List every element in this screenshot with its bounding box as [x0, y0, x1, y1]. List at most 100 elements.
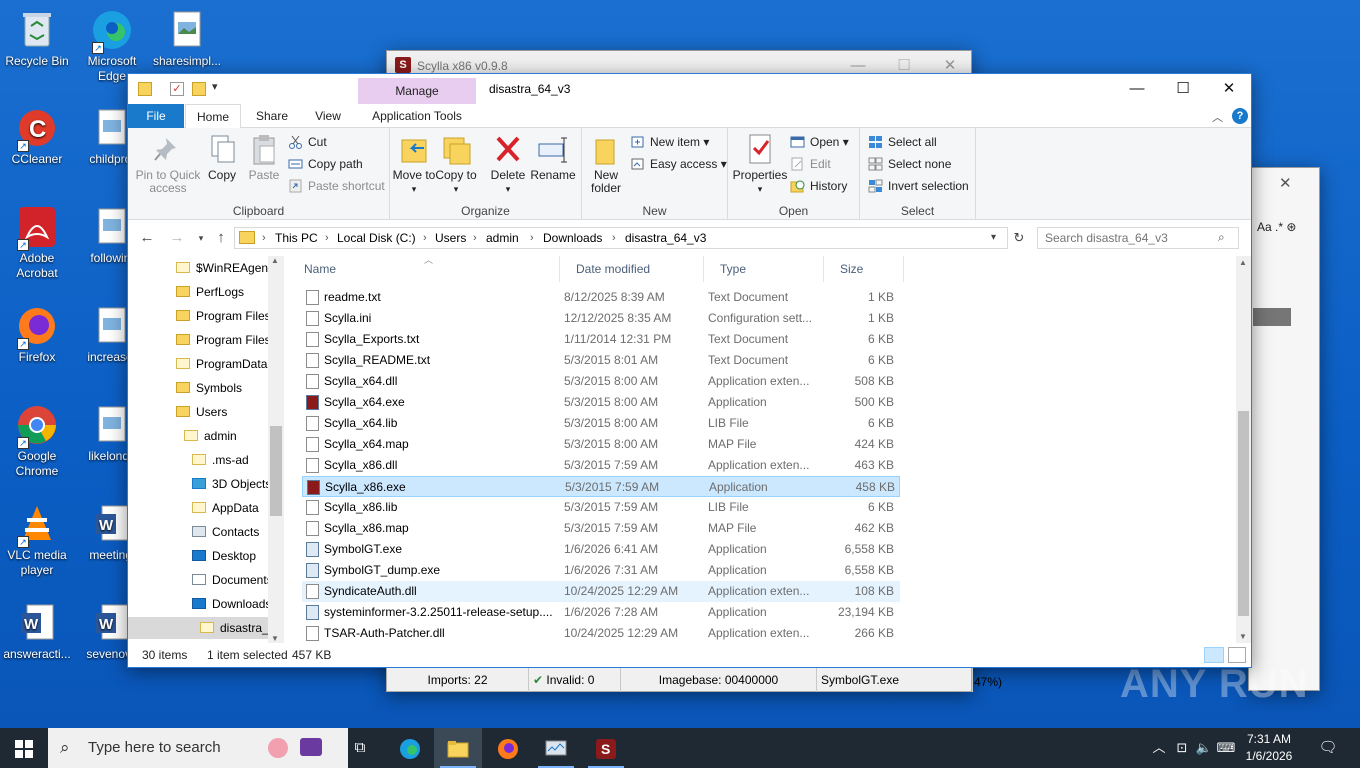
nav-item[interactable]: Documents: [192, 569, 273, 591]
file-row[interactable]: Scylla_x64.exe 5/3/2015 8:00 AM Applicatio…: [302, 392, 900, 413]
taskbar-file-explorer[interactable]: [434, 728, 482, 768]
file-row[interactable]: Scylla_x64.map 5/3/2015 8:00 AM MAP File 42…: [302, 434, 900, 455]
nav-item[interactable]: Contacts: [192, 521, 259, 543]
nav-item-selected[interactable]: disastra_: [128, 617, 269, 639]
copy-path-button[interactable]: Copy path: [288, 154, 363, 174]
volume-icon[interactable]: 🔈: [1194, 728, 1214, 768]
start-button[interactable]: [0, 728, 48, 768]
input-method-icon[interactable]: ⌨: [1216, 728, 1236, 768]
up-button[interactable]: ↑: [210, 227, 232, 249]
large-icons-view-icon[interactable]: [1228, 647, 1246, 663]
minimize-button[interactable]: —: [1114, 74, 1160, 104]
taskbar-scylla[interactable]: S: [582, 728, 630, 768]
nav-item[interactable]: 3D Objects: [192, 473, 271, 495]
breadcrumb-downloads[interactable]: Downloads: [543, 228, 602, 248]
move-to-button[interactable]: Move to ▾: [390, 132, 438, 196]
file-row[interactable]: SymbolGT_dump.exe 1/6/2026 7:31 AM Applica…: [302, 560, 900, 581]
desktop-icon-vlc[interactable]: ↗ VLC media player: [0, 502, 74, 578]
properties-qat-icon[interactable]: ✓: [170, 82, 184, 96]
new-folder-button[interactable]: New folder: [582, 132, 630, 195]
nav-item[interactable]: PerfLogs: [176, 281, 244, 303]
copy-button[interactable]: Copy: [198, 132, 246, 182]
breadcrumb-users[interactable]: Users: [435, 228, 466, 248]
manage-context-tab[interactable]: Manage: [358, 78, 476, 104]
tab-application-tools[interactable]: Application Tools: [358, 104, 476, 128]
nav-item[interactable]: Program Files: [176, 305, 271, 327]
match-case-icon[interactable]: Aa .* ⊛: [1257, 220, 1296, 234]
refresh-button[interactable]: ↻: [1008, 227, 1030, 249]
column-header-type[interactable]: Type: [704, 256, 824, 282]
nav-item[interactable]: Program Files: [176, 329, 271, 351]
file-row[interactable]: Scylla_x86.exe 5/3/2015 7:59 AM Applicatio…: [302, 476, 900, 497]
file-row[interactable]: TSAR-Auth-Patcher.dll 10/24/2025 12:29 AM…: [302, 623, 900, 644]
copy-to-button[interactable]: Copy to ▾: [432, 132, 480, 196]
taskbar-firefox[interactable]: [484, 728, 532, 768]
column-header-size[interactable]: Size: [824, 256, 904, 282]
notifications-icon[interactable]: 🗨: [1314, 728, 1342, 768]
properties-button[interactable]: Properties ▾: [730, 132, 790, 196]
tab-share[interactable]: Share: [244, 104, 300, 128]
dialog-close-button[interactable]: ✕: [1279, 174, 1292, 192]
nav-item[interactable]: Desktop: [192, 545, 256, 567]
breadcrumb-this-pc[interactable]: This PC: [275, 228, 318, 248]
file-row[interactable]: Scylla_Exports.txt 1/11/2014 12:31 PM Text…: [302, 329, 900, 350]
network-icon[interactable]: ⊡: [1172, 728, 1192, 768]
file-row[interactable]: Scylla_x86.map 5/3/2015 7:59 AM MAP File 46…: [302, 518, 900, 539]
new-folder-qat-icon[interactable]: [192, 82, 206, 96]
file-row[interactable]: Scylla_x64.dll 5/3/2015 8:00 AM Applicatio…: [302, 371, 900, 392]
desktop-icon-firefox[interactable]: ↗ Firefox: [0, 304, 74, 365]
nav-item[interactable]: ProgramData: [176, 353, 267, 375]
recent-locations-button[interactable]: ▾: [190, 227, 212, 249]
select-none-button[interactable]: Select none: [868, 154, 951, 174]
invert-selection-button[interactable]: Invert selection: [868, 176, 969, 196]
scroll-up-icon[interactable]: ▲: [271, 256, 279, 265]
nav-item[interactable]: Symbols: [176, 377, 242, 399]
file-row[interactable]: systeminformer-3.2.25011-release-setup..…: [302, 602, 900, 623]
file-row[interactable]: Scylla_x64.lib 5/3/2015 8:00 AM LIB File 6 …: [302, 413, 900, 434]
taskbar-search[interactable]: ⌕ Type here to search: [48, 728, 348, 768]
cut-button[interactable]: Cut: [288, 132, 327, 152]
edit-button[interactable]: Edit: [790, 154, 831, 174]
forward-button[interactable]: →: [166, 227, 188, 249]
file-row[interactable]: Scylla_README.txt 5/3/2015 8:01 AM Text Do…: [302, 350, 900, 371]
paste-button[interactable]: Paste: [240, 132, 288, 182]
customize-qat-icon[interactable]: ▾: [212, 80, 218, 93]
nav-item[interactable]: $WinREAgent: [176, 257, 271, 279]
desktop-icon-answeracti[interactable]: W answeracti...: [0, 601, 74, 662]
file-explorer-window[interactable]: ✓ ▾ Manage disastra_64_v3 — ☐ ✕ File Hom…: [127, 73, 1252, 668]
taskbar-system-informer[interactable]: [532, 728, 580, 768]
file-row[interactable]: Scylla_x86.lib 5/3/2015 7:59 AM LIB File 6 …: [302, 497, 900, 518]
scroll-up-icon[interactable]: ▲: [1239, 258, 1247, 267]
close-button[interactable]: ✕: [1206, 74, 1252, 104]
file-row[interactable]: Scylla_x86.dll 5/3/2015 7:59 AM Applicatio…: [302, 455, 900, 476]
file-list-scroll-thumb[interactable]: [1238, 411, 1249, 616]
background-dialog[interactable]: ✕ Aa .* ⊛: [1248, 167, 1320, 691]
file-row[interactable]: readme.txt 8/12/2025 8:39 AM Text Document…: [302, 287, 900, 308]
back-button[interactable]: ←: [136, 227, 158, 249]
easy-access-button[interactable]: Easy access ▾: [630, 154, 727, 174]
column-header-name[interactable]: Name ︿: [288, 255, 560, 282]
help-icon[interactable]: ?: [1232, 108, 1248, 124]
file-row[interactable]: SymbolGT.exe 1/6/2026 6:41 AM Application 6…: [302, 539, 900, 560]
desktop-icon-recycle-bin[interactable]: Recycle Bin: [0, 8, 74, 69]
desktop-icon-ccleaner[interactable]: C ↗ CCleaner: [0, 106, 74, 167]
nav-item[interactable]: Downloads: [192, 593, 271, 615]
file-row[interactable]: SyndicateAuth.dll 10/24/2025 12:29 AM Appl…: [302, 581, 900, 602]
breadcrumb-admin[interactable]: admin: [486, 228, 519, 248]
select-all-button[interactable]: Select all: [868, 132, 937, 152]
desktop-icon-acrobat[interactable]: ↗ Adobe Acrobat: [0, 205, 74, 281]
history-button[interactable]: History: [790, 176, 847, 196]
file-row[interactable]: Scylla.ini 12/12/2025 8:35 AM Configuratio…: [302, 308, 900, 329]
tray-overflow-icon[interactable]: ︿: [1150, 728, 1168, 768]
tab-home[interactable]: Home: [185, 104, 241, 129]
scroll-down-icon[interactable]: ▼: [1239, 632, 1247, 641]
open-button[interactable]: Open ▾: [790, 132, 849, 152]
tab-file[interactable]: File: [128, 104, 184, 128]
breadcrumb-current-folder[interactable]: disastra_64_v3: [625, 228, 706, 248]
tab-view[interactable]: View: [300, 104, 356, 128]
delete-button[interactable]: Delete ▾: [484, 132, 532, 196]
nav-item[interactable]: AppData: [192, 497, 259, 519]
navigation-scrollbar[interactable]: ▲ ▼: [268, 256, 284, 643]
taskbar-edge[interactable]: [386, 728, 434, 768]
nav-item[interactable]: admin: [184, 425, 237, 447]
